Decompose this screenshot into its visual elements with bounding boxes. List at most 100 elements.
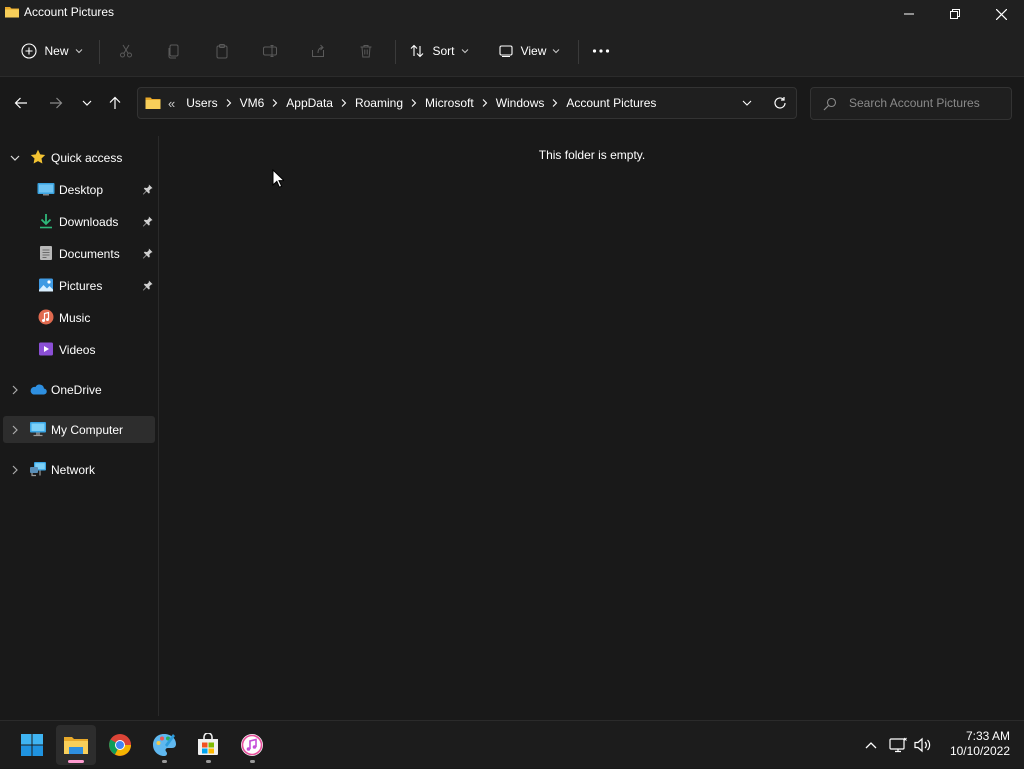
- refresh-button[interactable]: [766, 88, 794, 118]
- sidebar-item-onedrive[interactable]: OneDrive: [3, 376, 155, 403]
- chevron-right-icon[interactable]: [223, 98, 235, 108]
- breadcrumb-vm6[interactable]: VM6: [235, 96, 270, 110]
- sidebar-item-label: Documents: [59, 247, 120, 261]
- search-input[interactable]: [849, 94, 1004, 112]
- pictures-icon: [39, 278, 53, 292]
- sort-icon: [411, 44, 424, 58]
- forward-button[interactable]: [43, 90, 69, 116]
- download-icon: [40, 214, 52, 229]
- recent-locations-button[interactable]: [74, 90, 100, 116]
- scissors-icon: [120, 44, 132, 58]
- more-options-button[interactable]: [586, 36, 616, 66]
- arrow-right-icon: [50, 97, 63, 109]
- refresh-icon: [774, 97, 786, 109]
- pin-icon: [142, 248, 153, 259]
- sidebar-item-downloads[interactable]: Downloads: [3, 208, 155, 235]
- breadcrumb-account-pictures[interactable]: Account Pictures: [561, 96, 661, 110]
- taskbar-file-explorer[interactable]: [56, 725, 96, 765]
- chevron-down-icon: [82, 100, 92, 106]
- document-icon: [40, 246, 52, 260]
- taskbar-paint[interactable]: [144, 725, 184, 765]
- chevron-right-icon[interactable]: [408, 98, 420, 108]
- restore-button[interactable]: [932, 0, 978, 28]
- sidebar-item-documents[interactable]: Documents: [3, 240, 155, 267]
- paste-icon: [216, 44, 228, 59]
- trash-icon: [360, 45, 372, 58]
- taskbar-clock[interactable]: 7:33 AM 10/10/2022: [940, 729, 1010, 759]
- sidebar-item-label: Downloads: [59, 215, 119, 229]
- view-button[interactable]: View: [492, 36, 566, 66]
- view-icon: [499, 45, 513, 57]
- up-button[interactable]: [102, 90, 128, 116]
- chevron-up-icon: [865, 742, 877, 749]
- address-bar[interactable]: « Users VM6 AppData Roaming Microsoft Wi…: [137, 87, 797, 119]
- chevron-right-icon[interactable]: [269, 98, 281, 108]
- title-bar: Account Pictures: [0, 0, 1024, 28]
- copy-icon: [168, 44, 179, 59]
- pane-divider[interactable]: [158, 136, 159, 716]
- sort-button[interactable]: Sort: [403, 36, 475, 66]
- taskbar: 7:33 AM 10/10/2022: [0, 720, 1024, 768]
- clock-time: 7:33 AM: [965, 729, 1010, 743]
- taskbar-chrome[interactable]: [100, 725, 140, 765]
- chevron-right-icon[interactable]: [549, 98, 561, 108]
- network-status-button[interactable]: [887, 721, 909, 769]
- sidebar-item-videos[interactable]: Videos: [3, 336, 155, 363]
- rename-button[interactable]: [256, 36, 284, 66]
- share-button[interactable]: [304, 36, 332, 66]
- running-indicator: [206, 760, 211, 763]
- sidebar-item-network[interactable]: Network: [3, 456, 155, 483]
- itunes-icon: [241, 734, 263, 756]
- pin-icon: [142, 184, 153, 195]
- sidebar-item-desktop[interactable]: Desktop: [3, 176, 155, 203]
- sidebar-item-my-computer[interactable]: My Computer: [3, 416, 155, 443]
- delete-button[interactable]: [352, 36, 380, 66]
- copy-button[interactable]: [160, 36, 188, 66]
- volume-button[interactable]: [912, 721, 934, 769]
- close-button[interactable]: [978, 0, 1024, 28]
- chevron-right-icon[interactable]: [479, 98, 491, 108]
- sidebar-item-pictures[interactable]: Pictures: [3, 272, 155, 299]
- new-label: New: [44, 44, 69, 58]
- sidebar-item-label: My Computer: [51, 423, 124, 437]
- sidebar-item-quick-access[interactable]: Quick access: [3, 144, 155, 171]
- address-history-dropdown[interactable]: [738, 94, 756, 112]
- view-label: View: [520, 44, 547, 58]
- command-bar: New Sort View: [0, 28, 1024, 77]
- search-box[interactable]: [810, 87, 1012, 120]
- paste-button[interactable]: [208, 36, 236, 66]
- sidebar-item-label: OneDrive: [51, 383, 102, 397]
- sidebar-item-music[interactable]: Music: [3, 304, 155, 331]
- file-list-area[interactable]: This folder is empty.: [160, 136, 1024, 716]
- paint-icon: [153, 734, 176, 756]
- breadcrumb: « Users VM6 AppData Roaming Microsoft Wi…: [168, 88, 661, 118]
- running-indicator: [250, 760, 255, 763]
- new-button[interactable]: New: [14, 36, 90, 66]
- taskbar-itunes[interactable]: [232, 725, 272, 765]
- breadcrumb-appdata[interactable]: AppData: [281, 96, 338, 110]
- minimize-icon: [904, 13, 914, 15]
- show-hidden-icons-button[interactable]: [860, 721, 882, 769]
- chevron-right-icon[interactable]: [338, 98, 350, 108]
- back-button[interactable]: [8, 90, 34, 116]
- breadcrumb-overflow-button[interactable]: «: [168, 96, 181, 111]
- sidebar-item-label: Videos: [59, 343, 96, 357]
- toolbar-separator: [395, 40, 396, 64]
- chevron-right-icon: [12, 465, 18, 475]
- minimize-button[interactable]: [886, 0, 932, 28]
- sidebar-item-label: Desktop: [59, 183, 104, 197]
- taskbar-store[interactable]: [188, 725, 228, 765]
- breadcrumb-users[interactable]: Users: [181, 96, 222, 110]
- computer-icon: [30, 422, 46, 437]
- music-icon: [38, 309, 54, 325]
- sidebar-item-label: Quick access: [51, 151, 123, 165]
- cut-button[interactable]: [112, 36, 140, 66]
- store-icon: [198, 733, 218, 755]
- breadcrumb-roaming[interactable]: Roaming: [350, 96, 408, 110]
- folder-icon: [4, 4, 20, 20]
- arrow-left-icon: [14, 97, 27, 109]
- start-button[interactable]: [12, 725, 52, 765]
- speaker-icon: [914, 737, 931, 753]
- breadcrumb-windows[interactable]: Windows: [491, 96, 550, 110]
- breadcrumb-microsoft[interactable]: Microsoft: [420, 96, 479, 110]
